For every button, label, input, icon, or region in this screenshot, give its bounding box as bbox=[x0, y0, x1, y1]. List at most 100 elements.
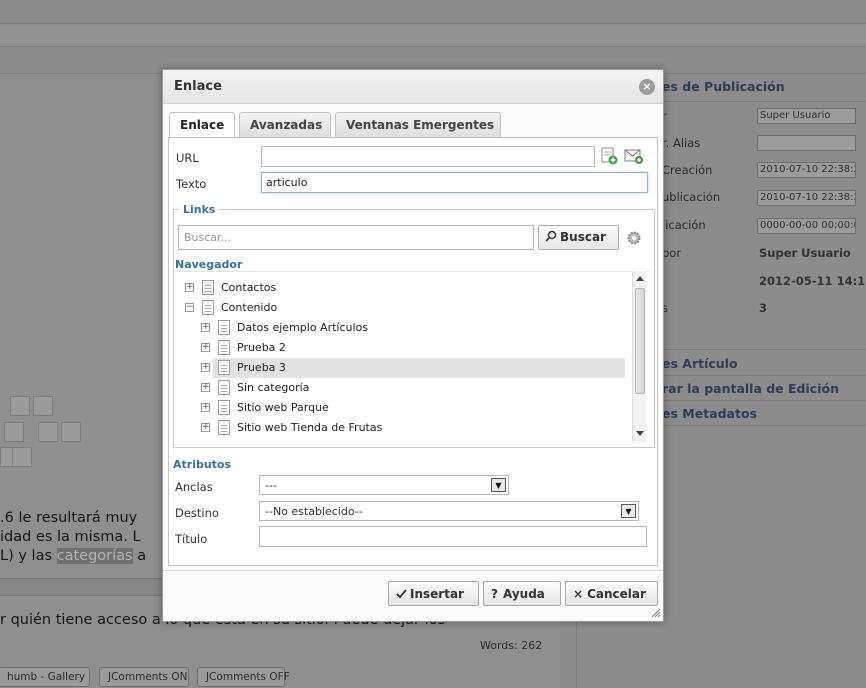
expand-icon[interactable]: + bbox=[201, 383, 210, 392]
tree-item[interactable]: + Sin categoría bbox=[173, 378, 633, 398]
document-icon bbox=[218, 400, 230, 415]
clean-brush-icon[interactable] bbox=[33, 396, 53, 416]
chevron-down-icon[interactable]: ▼ bbox=[621, 504, 636, 518]
cancel-button[interactable]: × Cancelar bbox=[565, 581, 658, 606]
editor-highlighted-text: categorías bbox=[56, 548, 133, 564]
text-input[interactable]: articulo bbox=[261, 172, 648, 193]
search-button[interactable]: Buscar bbox=[538, 225, 619, 250]
start-publishing-label: ublicación bbox=[662, 190, 721, 204]
navigator-label: Navegador bbox=[175, 258, 243, 271]
document-icon bbox=[218, 340, 230, 355]
finish-publishing-label: licación bbox=[662, 218, 706, 232]
url-label: URL bbox=[176, 151, 199, 165]
revision-value: 3 bbox=[759, 301, 768, 315]
title-input[interactable] bbox=[259, 526, 647, 547]
publishing-options-title[interactable]: es de Publicación bbox=[662, 79, 785, 94]
insert-button[interactable]: Insertar bbox=[388, 581, 479, 606]
tree-item-label: Datos ejemplo Artículos bbox=[237, 321, 369, 334]
chevron-down-icon[interactable]: ▼ bbox=[491, 478, 506, 492]
modified-by-label: por bbox=[662, 246, 682, 260]
tree-item[interactable]: + Sitio web Tienda de Frutas bbox=[173, 418, 633, 438]
tree-item[interactable]: − Contenido bbox=[173, 298, 633, 318]
modified-by-value: Super Usuario bbox=[759, 246, 851, 260]
expand-icon[interactable]: + bbox=[201, 323, 210, 332]
link-tree: + Contactos − Contenido + Datos ejemplo … bbox=[173, 271, 649, 445]
expand-icon[interactable]: + bbox=[201, 343, 210, 352]
gear-icon[interactable] bbox=[626, 230, 642, 246]
close-icon[interactable]: × bbox=[639, 79, 655, 95]
tab-avanzadas[interactable]: Avanzadas bbox=[239, 112, 331, 137]
target-select-value: --No establecido-- bbox=[265, 505, 363, 518]
document-icon bbox=[218, 420, 230, 435]
dialog-header: Enlace × bbox=[163, 70, 663, 104]
editor-text: L) y las bbox=[0, 548, 57, 564]
question-icon: ? bbox=[491, 587, 498, 601]
url-input[interactable] bbox=[261, 146, 595, 167]
attributes-legend: Atributos bbox=[173, 458, 232, 471]
finish-publishing-field[interactable]: 0000-00-00 00:00:00 bbox=[757, 218, 856, 234]
link-dialog: Enlace × Enlace Avanzadas Ventanas Emerg… bbox=[162, 69, 664, 622]
horizontal-rule-icon[interactable] bbox=[61, 422, 81, 442]
help-button[interactable]: ? Ayuda bbox=[483, 581, 561, 606]
expand-icon[interactable]: + bbox=[201, 403, 210, 412]
eraser-icon[interactable] bbox=[10, 396, 30, 416]
word-count: Words: 262 bbox=[480, 639, 543, 652]
toolbar-band bbox=[0, 25, 866, 47]
start-publishing-field[interactable]: 2010-07-10 22:38:22 bbox=[757, 190, 856, 206]
omega-special-char-icon[interactable] bbox=[38, 422, 58, 442]
scroll-down-icon[interactable] bbox=[636, 431, 644, 437]
toolbar-icon[interactable] bbox=[12, 447, 32, 467]
top-band bbox=[0, 0, 866, 24]
created-by-field[interactable]: Super Usuario bbox=[757, 108, 856, 124]
created-by-alias-field[interactable] bbox=[757, 135, 856, 151]
anchors-select[interactable]: --- ▼ bbox=[259, 475, 509, 495]
scroll-up-icon[interactable] bbox=[636, 275, 644, 281]
created-date-field[interactable]: 2010-07-10 22:38:22 bbox=[757, 162, 856, 178]
tree-item-label: Sitio web Tienda de Frutas bbox=[237, 421, 383, 434]
tree-item[interactable]: + Datos ejemplo Artículos bbox=[173, 318, 633, 338]
search-button-label: Buscar bbox=[560, 230, 606, 244]
tree-item[interactable]: + Contactos bbox=[173, 278, 633, 298]
search-icon bbox=[545, 230, 557, 242]
target-label: Destino bbox=[175, 506, 219, 520]
thumb-gallery-button[interactable]: humb - Gallery bbox=[0, 667, 90, 687]
collapse-icon[interactable]: − bbox=[185, 303, 194, 312]
tab-enlace[interactable]: Enlace bbox=[169, 112, 235, 138]
cancel-button-label: Cancelar bbox=[587, 587, 646, 601]
editor-text: a bbox=[132, 548, 147, 564]
help-button-label: Ayuda bbox=[502, 587, 545, 601]
browse-file-icon[interactable] bbox=[600, 147, 618, 165]
edit-screen-options-title[interactable]: rar la pantalla de Edición bbox=[662, 381, 839, 396]
email-link-icon[interactable] bbox=[624, 147, 644, 165]
tree-item-label: Sin categoría bbox=[237, 381, 310, 394]
tree-item[interactable]: + Sitio web Parque bbox=[173, 398, 633, 418]
link-search-input[interactable]: Buscar... bbox=[178, 225, 534, 250]
font-size-icon[interactable] bbox=[4, 422, 24, 442]
tree-item[interactable]: + Prueba 2 bbox=[173, 338, 633, 358]
insert-button-label: Insertar bbox=[410, 587, 464, 601]
tree-item-label: Prueba 3 bbox=[237, 361, 286, 374]
tree-item-label: Contenido bbox=[221, 301, 278, 314]
document-icon bbox=[202, 300, 214, 315]
dialog-title: Enlace bbox=[174, 79, 222, 94]
contacts-icon bbox=[202, 280, 214, 295]
expand-icon[interactable]: + bbox=[201, 363, 210, 372]
jcomments-on-button[interactable]: JComments ON bbox=[99, 667, 189, 687]
target-select[interactable]: --No establecido-- ▼ bbox=[259, 501, 639, 521]
expand-icon[interactable]: + bbox=[201, 423, 210, 432]
article-options-title[interactable]: es Artículo bbox=[662, 356, 738, 371]
tab-ventanas-emergentes[interactable]: Ventanas Emergentes bbox=[335, 112, 501, 137]
jcomments-off-button[interactable]: JComments OFF bbox=[197, 667, 290, 687]
resize-grip-icon[interactable] bbox=[651, 608, 661, 618]
anchors-select-value: --- bbox=[265, 479, 277, 492]
scroll-thumb[interactable] bbox=[635, 288, 645, 394]
tree-item-label: Contactos bbox=[221, 281, 277, 294]
tree-item-label: Sitio web Parque bbox=[237, 401, 329, 414]
tree-scrollbar[interactable] bbox=[632, 271, 646, 442]
tree-item-selected[interactable]: + Prueba 3 bbox=[201, 358, 625, 378]
expand-icon[interactable]: + bbox=[185, 283, 194, 292]
metadata-options-title[interactable]: es Metadatos bbox=[662, 406, 757, 421]
document-icon bbox=[218, 320, 230, 335]
created-date-label: Creación bbox=[662, 163, 713, 177]
modified-date-value: 2012-05-11 14:18:3 bbox=[759, 274, 866, 288]
